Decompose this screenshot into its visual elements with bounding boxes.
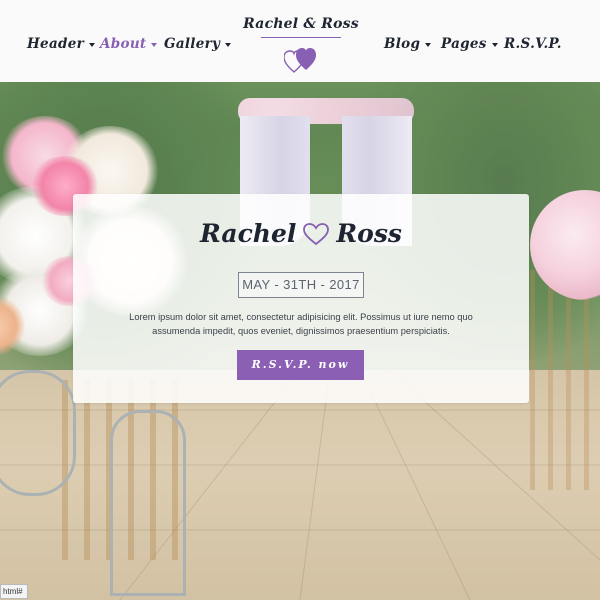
nav-header[interactable]: Header [27,36,96,52]
chevron-down-icon [225,43,232,47]
double-heart-icon [284,48,316,73]
nav-label: Gallery [164,36,221,52]
hero-description: Lorem ipsum dolor sit amet, consectetur … [129,312,473,336]
bride-name: Rachel [200,219,297,248]
header-scalloped-edge [0,74,600,82]
nav-blog[interactable]: Blog [384,36,432,52]
site-logo[interactable]: Rachel & Ross [240,16,362,73]
couple-title: Rachel Ross [73,219,529,248]
heart-outline-icon [303,222,330,245]
nav-gallery[interactable]: Gallery [164,36,232,52]
site-header: Header About Gallery Rachel & Ross Blog … [0,0,600,82]
wedding-date: MAY - 31TH - 2017 [238,272,364,298]
hero-card: Rachel Ross MAY - 31TH - 2017 Lorem ipsu… [73,194,529,403]
nav-rsvp[interactable]: R.S.V.P. [504,36,562,52]
chevron-down-icon [151,43,158,47]
brand-name: Rachel & Ross [243,16,359,32]
chevron-down-icon [491,43,498,47]
rsvp-now-button[interactable]: R.S.V.P. now [237,350,364,380]
nav-about[interactable]: About [100,36,158,52]
chevron-down-icon [425,43,432,47]
nav-pages[interactable]: Pages [441,36,498,52]
groom-name: Ross [336,219,402,248]
nav-label: About [100,36,147,52]
status-url-tag: html# [0,584,28,599]
brand-underline [261,37,341,38]
nav-label: Pages [441,36,487,52]
nav-label: Blog [384,36,421,52]
nav-label: Header [27,36,85,52]
chevron-down-icon [89,43,96,47]
nav-label: R.S.V.P. [504,36,562,52]
